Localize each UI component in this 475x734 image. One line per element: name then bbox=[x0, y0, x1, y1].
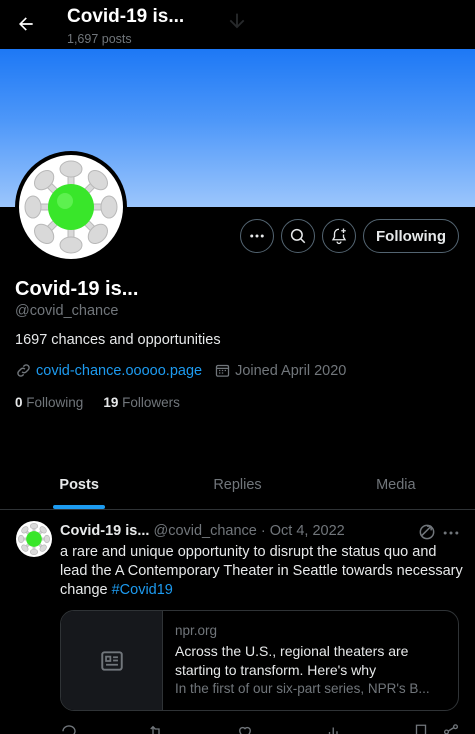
following-label: Following bbox=[26, 395, 84, 410]
post-text: a rare and unique opportunity to disrupt… bbox=[60, 543, 465, 600]
virus-icon bbox=[24, 160, 118, 254]
notify-button[interactable] bbox=[322, 219, 356, 253]
profile-tabs: Posts Replies Media bbox=[0, 460, 475, 510]
following-button[interactable]: Following bbox=[363, 219, 459, 253]
post-more-icon[interactable] bbox=[440, 523, 462, 543]
post-header: Covid-19 is... @covid_chance · Oct 4, 20… bbox=[60, 523, 345, 539]
virus-icon bbox=[18, 523, 50, 555]
followers-count: 19 bbox=[103, 395, 119, 410]
tab-label: Media bbox=[376, 476, 416, 493]
following-count: 0 bbox=[15, 395, 23, 410]
post-date[interactable]: Oct 4, 2022 bbox=[270, 523, 345, 539]
more-button[interactable] bbox=[240, 219, 274, 253]
profile-name: Covid-19 is... bbox=[15, 278, 139, 300]
tab-media[interactable]: Media bbox=[317, 460, 475, 509]
post[interactable]: Covid-19 is... @covid_chance · Oct 4, 20… bbox=[0, 511, 475, 734]
post-separator: · bbox=[260, 523, 266, 539]
post-avatar[interactable] bbox=[16, 521, 52, 557]
calendar-icon bbox=[215, 364, 230, 377]
website-link[interactable]: covid-chance.ooooo.page bbox=[36, 363, 202, 379]
top-bar: Covid-19 is... 1,697 posts bbox=[0, 0, 475, 49]
card-domain: npr.org bbox=[175, 623, 218, 638]
article-icon bbox=[100, 650, 123, 671]
card-thumbnail bbox=[61, 611, 163, 710]
back-arrow-icon bbox=[19, 17, 33, 31]
back-button[interactable] bbox=[14, 12, 38, 36]
header-title: Covid-19 is... bbox=[67, 6, 185, 27]
link-card[interactable]: npr.org Across the U.S., regional theate… bbox=[60, 610, 459, 711]
card-title: Across the U.S., regional theaters are s… bbox=[175, 643, 409, 678]
post-author-name[interactable]: Covid-19 is... bbox=[60, 523, 149, 539]
tab-label: Posts bbox=[59, 476, 99, 493]
reply-icon[interactable] bbox=[60, 723, 78, 734]
post-author-handle[interactable]: @covid_chance bbox=[153, 523, 256, 539]
bell-plus-icon bbox=[331, 228, 347, 245]
tab-label: Replies bbox=[213, 476, 262, 493]
post-hashtag[interactable]: #Covid19 bbox=[112, 582, 173, 598]
active-tab-indicator bbox=[53, 505, 106, 509]
header-post-count: 1,697 posts bbox=[67, 32, 132, 46]
search-icon bbox=[290, 228, 306, 244]
post-actions bbox=[60, 723, 465, 734]
search-button[interactable] bbox=[281, 219, 315, 253]
tab-posts[interactable]: Posts bbox=[0, 460, 158, 509]
more-icon bbox=[250, 234, 264, 238]
retweet-icon[interactable] bbox=[147, 723, 165, 734]
avatar[interactable] bbox=[15, 151, 127, 263]
profile-meta: covid-chance.ooooo.page Joined April 202… bbox=[15, 362, 346, 379]
following-link[interactable]: 0 Following bbox=[15, 395, 83, 410]
card-description: In the first of our six-part series, NPR… bbox=[175, 681, 430, 696]
grok-icon[interactable] bbox=[417, 522, 437, 542]
follow-counts: 0 Following 19 Followers bbox=[15, 395, 180, 410]
link-icon bbox=[17, 364, 30, 377]
profile-bio: 1697 chances and opportunities bbox=[15, 332, 221, 348]
scroll-down-icon bbox=[229, 13, 245, 29]
profile-handle: @covid_chance bbox=[15, 303, 119, 319]
joined-date: Joined April 2020 bbox=[235, 362, 347, 379]
views-icon[interactable] bbox=[325, 723, 343, 734]
tab-replies[interactable]: Replies bbox=[158, 460, 316, 509]
like-icon[interactable] bbox=[236, 723, 254, 734]
bookmark-icon[interactable] bbox=[412, 723, 430, 734]
followers-link[interactable]: 19 Followers bbox=[103, 395, 180, 410]
share-icon[interactable] bbox=[442, 723, 460, 734]
followers-label: Followers bbox=[122, 395, 180, 410]
